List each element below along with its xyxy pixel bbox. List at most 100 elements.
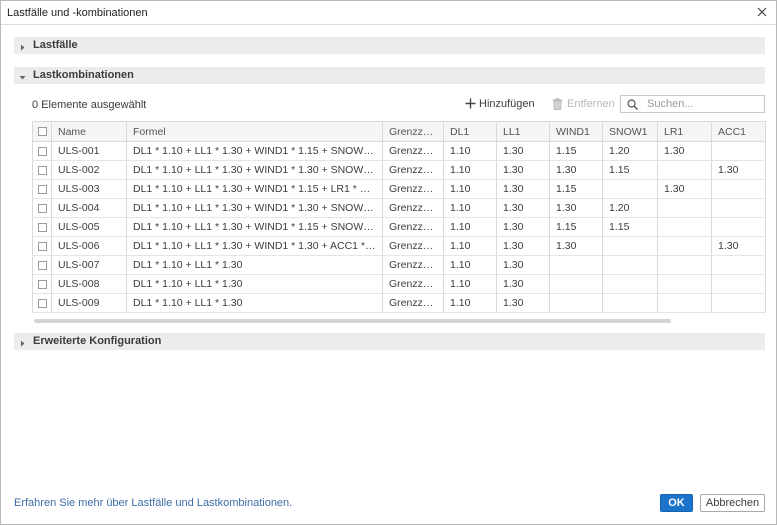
- table-cell: Grenzzust...: [382, 179, 444, 199]
- row-checkbox[interactable]: [37, 222, 47, 232]
- search-input[interactable]: [647, 97, 761, 111]
- table-cell: 1.10: [443, 160, 497, 180]
- section-load-combinations[interactable]: Lastkombinationen: [14, 67, 765, 84]
- table-cell: ULS-006: [51, 236, 127, 256]
- select-all-checkbox[interactable]: [37, 127, 47, 137]
- table-cell: 1.10: [443, 274, 497, 294]
- table-row[interactable]: ULS-006 DL1 * 1.10 + LL1 * 1.30 + WIND1 *…: [32, 236, 766, 256]
- table-cell: 1.30: [496, 274, 550, 294]
- table-cell: [602, 255, 658, 275]
- remove-button-label: Entfernen: [567, 98, 615, 110]
- load-combinations-table: Name Formel Grenzzus... DL1 LL1 WIND1 SN…: [32, 121, 766, 313]
- table-cell: [711, 293, 766, 313]
- cancel-button[interactable]: Abbrechen: [700, 494, 765, 512]
- table-row[interactable]: ULS-007 DL1 * 1.10 + LL1 * 1.30 Grenzzust.…: [32, 255, 766, 275]
- table-cell: [711, 217, 766, 237]
- table-cell: [657, 198, 712, 218]
- table-cell: 1.30: [549, 198, 603, 218]
- table-row[interactable]: ULS-008 DL1 * 1.10 + LL1 * 1.30 Grenzzust.…: [32, 274, 766, 294]
- column-header[interactable]: ACC1: [711, 121, 766, 142]
- table-cell: 1.15: [602, 160, 658, 180]
- table-row[interactable]: ULS-005 DL1 * 1.10 + LL1 * 1.30 + WIND1 *…: [32, 217, 766, 237]
- section-label: Erweiterte Konfiguration: [33, 335, 162, 347]
- table-cell: 1.20: [602, 198, 658, 218]
- table-cell: Grenzzust...: [382, 236, 444, 256]
- row-checkbox-cell: [32, 293, 52, 313]
- row-checkbox[interactable]: [37, 279, 47, 289]
- table-cell: 1.30: [711, 236, 766, 256]
- table-cell: [549, 293, 603, 313]
- chevron-down-icon: [19, 72, 26, 80]
- ok-button[interactable]: OK: [660, 494, 693, 512]
- column-header[interactable]: Grenzzus...: [382, 121, 444, 142]
- help-link[interactable]: Erfahren Sie mehr über Lastfälle und Las…: [14, 497, 292, 509]
- table-cell: [657, 217, 712, 237]
- column-header[interactable]: WIND1: [549, 121, 603, 142]
- selection-count: 0 Elemente ausgewählt: [32, 99, 147, 111]
- table-cell: [602, 293, 658, 313]
- horizontal-scrollbar[interactable]: [34, 319, 671, 323]
- column-header[interactable]: Name: [51, 121, 127, 142]
- table-cell: ULS-001: [51, 141, 127, 161]
- table-cell: Grenzzust...: [382, 141, 444, 161]
- table-cell: 1.15: [549, 179, 603, 199]
- table-cell: 1.10: [443, 255, 497, 275]
- add-button-label: Hinzufügen: [479, 98, 535, 110]
- table-cell: Grenzzust...: [382, 198, 444, 218]
- plus-icon: [465, 98, 476, 109]
- table-cell: [711, 274, 766, 294]
- table-cell: [657, 160, 712, 180]
- section-label: Lastfälle: [33, 39, 78, 51]
- table-cell: 1.30: [496, 160, 550, 180]
- search-box[interactable]: [620, 95, 765, 113]
- close-icon[interactable]: [754, 4, 770, 20]
- table-cell: 1.20: [602, 141, 658, 161]
- row-checkbox[interactable]: [37, 241, 47, 251]
- row-checkbox[interactable]: [37, 184, 47, 194]
- table-cell: 1.15: [602, 217, 658, 237]
- table-cell: [602, 274, 658, 294]
- row-checkbox[interactable]: [37, 298, 47, 308]
- table-row[interactable]: ULS-009 DL1 * 1.10 + LL1 * 1.30 Grenzzust.…: [32, 293, 766, 313]
- table-cell: [549, 255, 603, 275]
- chevron-right-icon: [19, 42, 26, 51]
- table-row[interactable]: ULS-001 DL1 * 1.10 + LL1 * 1.30 + WIND1 *…: [32, 141, 766, 161]
- section-load-cases[interactable]: Lastfälle: [14, 37, 765, 54]
- table-cell: [711, 179, 766, 199]
- column-header[interactable]: Formel: [126, 121, 383, 142]
- row-checkbox[interactable]: [37, 146, 47, 156]
- row-checkbox-cell: [32, 160, 52, 180]
- table-cell: 1.30: [496, 179, 550, 199]
- column-header[interactable]: SNOW1: [602, 121, 658, 142]
- row-checkbox[interactable]: [37, 165, 47, 175]
- table-header-row: Name Formel Grenzzus... DL1 LL1 WIND1 SN…: [32, 121, 766, 142]
- table-cell: [602, 179, 658, 199]
- row-checkbox-cell: [32, 141, 52, 161]
- table-cell: ULS-009: [51, 293, 127, 313]
- table-cell: Grenzzust...: [382, 274, 444, 294]
- table-cell: DL1 * 1.10 + LL1 * 1.30 + WIND1 * 1.15 +…: [126, 179, 383, 199]
- table-cell: 1.15: [549, 141, 603, 161]
- table-cell: ULS-003: [51, 179, 127, 199]
- column-header[interactable]: DL1: [443, 121, 497, 142]
- table-cell: 1.30: [549, 160, 603, 180]
- table-cell: 1.30: [496, 141, 550, 161]
- table-cell: 1.30: [496, 217, 550, 237]
- table-cell: Grenzzust...: [382, 255, 444, 275]
- chevron-right-icon: [19, 338, 26, 347]
- row-checkbox-cell: [32, 255, 52, 275]
- column-header[interactable]: LL1: [496, 121, 550, 142]
- row-checkbox[interactable]: [37, 203, 47, 213]
- table-row[interactable]: ULS-003 DL1 * 1.10 + LL1 * 1.30 + WIND1 *…: [32, 179, 766, 199]
- table-row[interactable]: ULS-002 DL1 * 1.10 + LL1 * 1.30 + WIND1 *…: [32, 160, 766, 180]
- table-row[interactable]: ULS-004 DL1 * 1.10 + LL1 * 1.30 + WIND1 *…: [32, 198, 766, 218]
- section-advanced-configuration[interactable]: Erweiterte Konfiguration: [14, 333, 765, 350]
- title-bar: Lastfälle und -kombinationen: [1, 1, 776, 25]
- table-cell: 1.10: [443, 217, 497, 237]
- table-cell: 1.30: [711, 160, 766, 180]
- table-cell: [657, 274, 712, 294]
- row-checkbox[interactable]: [37, 260, 47, 270]
- table-cell: ULS-002: [51, 160, 127, 180]
- column-header[interactable]: LR1: [657, 121, 712, 142]
- table-cell: 1.30: [496, 255, 550, 275]
